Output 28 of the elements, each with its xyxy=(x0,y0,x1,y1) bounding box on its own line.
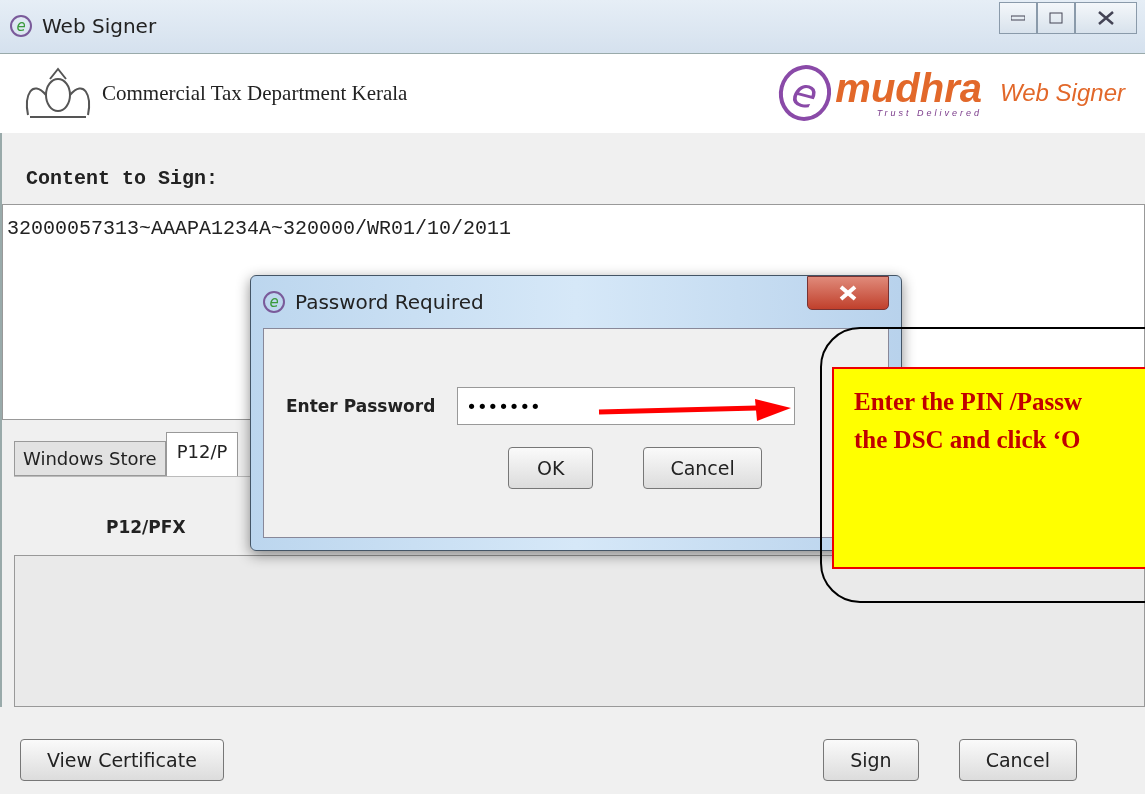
cancel-button[interactable]: Cancel xyxy=(958,739,1077,782)
logo-tagline: Trust Delivered xyxy=(876,108,983,119)
close-button[interactable] xyxy=(807,276,889,310)
close-button[interactable] xyxy=(1075,2,1137,34)
app-icon: e xyxy=(263,291,285,313)
instruction-note: Enter the PIN /Passw the DSC and click ‘O xyxy=(832,367,1145,569)
panel-label: P12/PFX xyxy=(105,515,187,539)
logo-text: mudhra xyxy=(835,68,983,109)
minimize-icon xyxy=(1011,15,1025,21)
maximize-icon xyxy=(1049,12,1063,24)
sign-button[interactable]: Sign xyxy=(823,739,919,782)
tab[interactable]: Windows Store xyxy=(14,440,166,476)
password-label: Enter Password xyxy=(286,396,436,416)
cancel-button[interactable]: Cancel xyxy=(643,447,762,489)
password-field[interactable]: ••••••• xyxy=(457,387,796,425)
content-label: Content to Sign: xyxy=(25,165,220,192)
maximize-button[interactable] xyxy=(1037,2,1075,34)
close-icon xyxy=(838,285,858,301)
dialog-title: Password Required xyxy=(295,290,485,314)
window-title: Web Signer xyxy=(42,14,158,39)
tab[interactable]: P12/P xyxy=(165,431,239,476)
view-certificate-button[interactable]: View Certificate xyxy=(20,739,224,782)
minimize-button[interactable] xyxy=(999,2,1037,34)
ok-button[interactable]: OK xyxy=(508,447,594,489)
app-icon: e xyxy=(10,15,32,38)
department-name: Commercial Tax Department Kerala xyxy=(102,80,409,106)
product-name: Web Signer xyxy=(1000,79,1125,108)
close-icon xyxy=(1097,11,1115,25)
